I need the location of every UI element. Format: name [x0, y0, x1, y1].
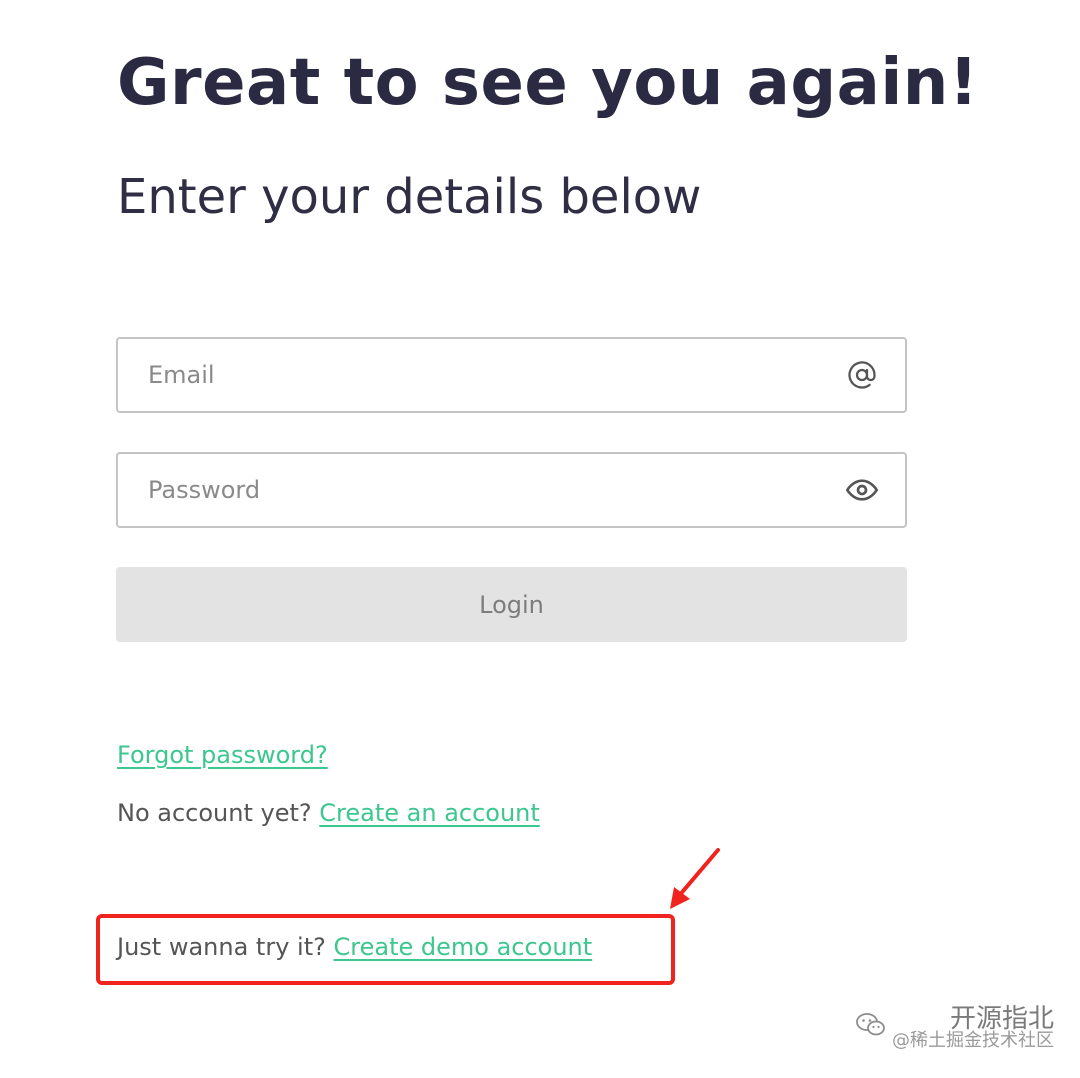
page-title: Great to see you again!: [117, 46, 979, 120]
watermark: 开源指北 @稀土掘金技术社区: [856, 1006, 1054, 1050]
annotation-highlight-box: [96, 914, 675, 985]
annotation-arrow-icon: [670, 848, 720, 909]
no-account-text: No account yet?: [117, 799, 312, 827]
password-field[interactable]: [116, 452, 907, 528]
create-account-row: No account yet? Create an account: [117, 797, 540, 829]
email-input[interactable]: [118, 339, 905, 411]
forgot-password-row: Forgot password?: [117, 739, 328, 771]
watermark-brand: 开源指北: [949, 1004, 1054, 1034]
login-button[interactable]: Login: [116, 567, 907, 642]
eye-icon[interactable]: [845, 473, 879, 507]
at-sign-icon: [845, 358, 879, 392]
forgot-password-link[interactable]: Forgot password?: [117, 741, 328, 769]
wechat-icon: [856, 1012, 886, 1044]
page-subtitle: Enter your details below: [117, 169, 702, 225]
create-account-link[interactable]: Create an account: [319, 799, 540, 827]
email-field[interactable]: [116, 337, 907, 413]
password-input[interactable]: [118, 454, 905, 526]
watermark-handle: @稀土掘金技术社区: [892, 1030, 1054, 1051]
